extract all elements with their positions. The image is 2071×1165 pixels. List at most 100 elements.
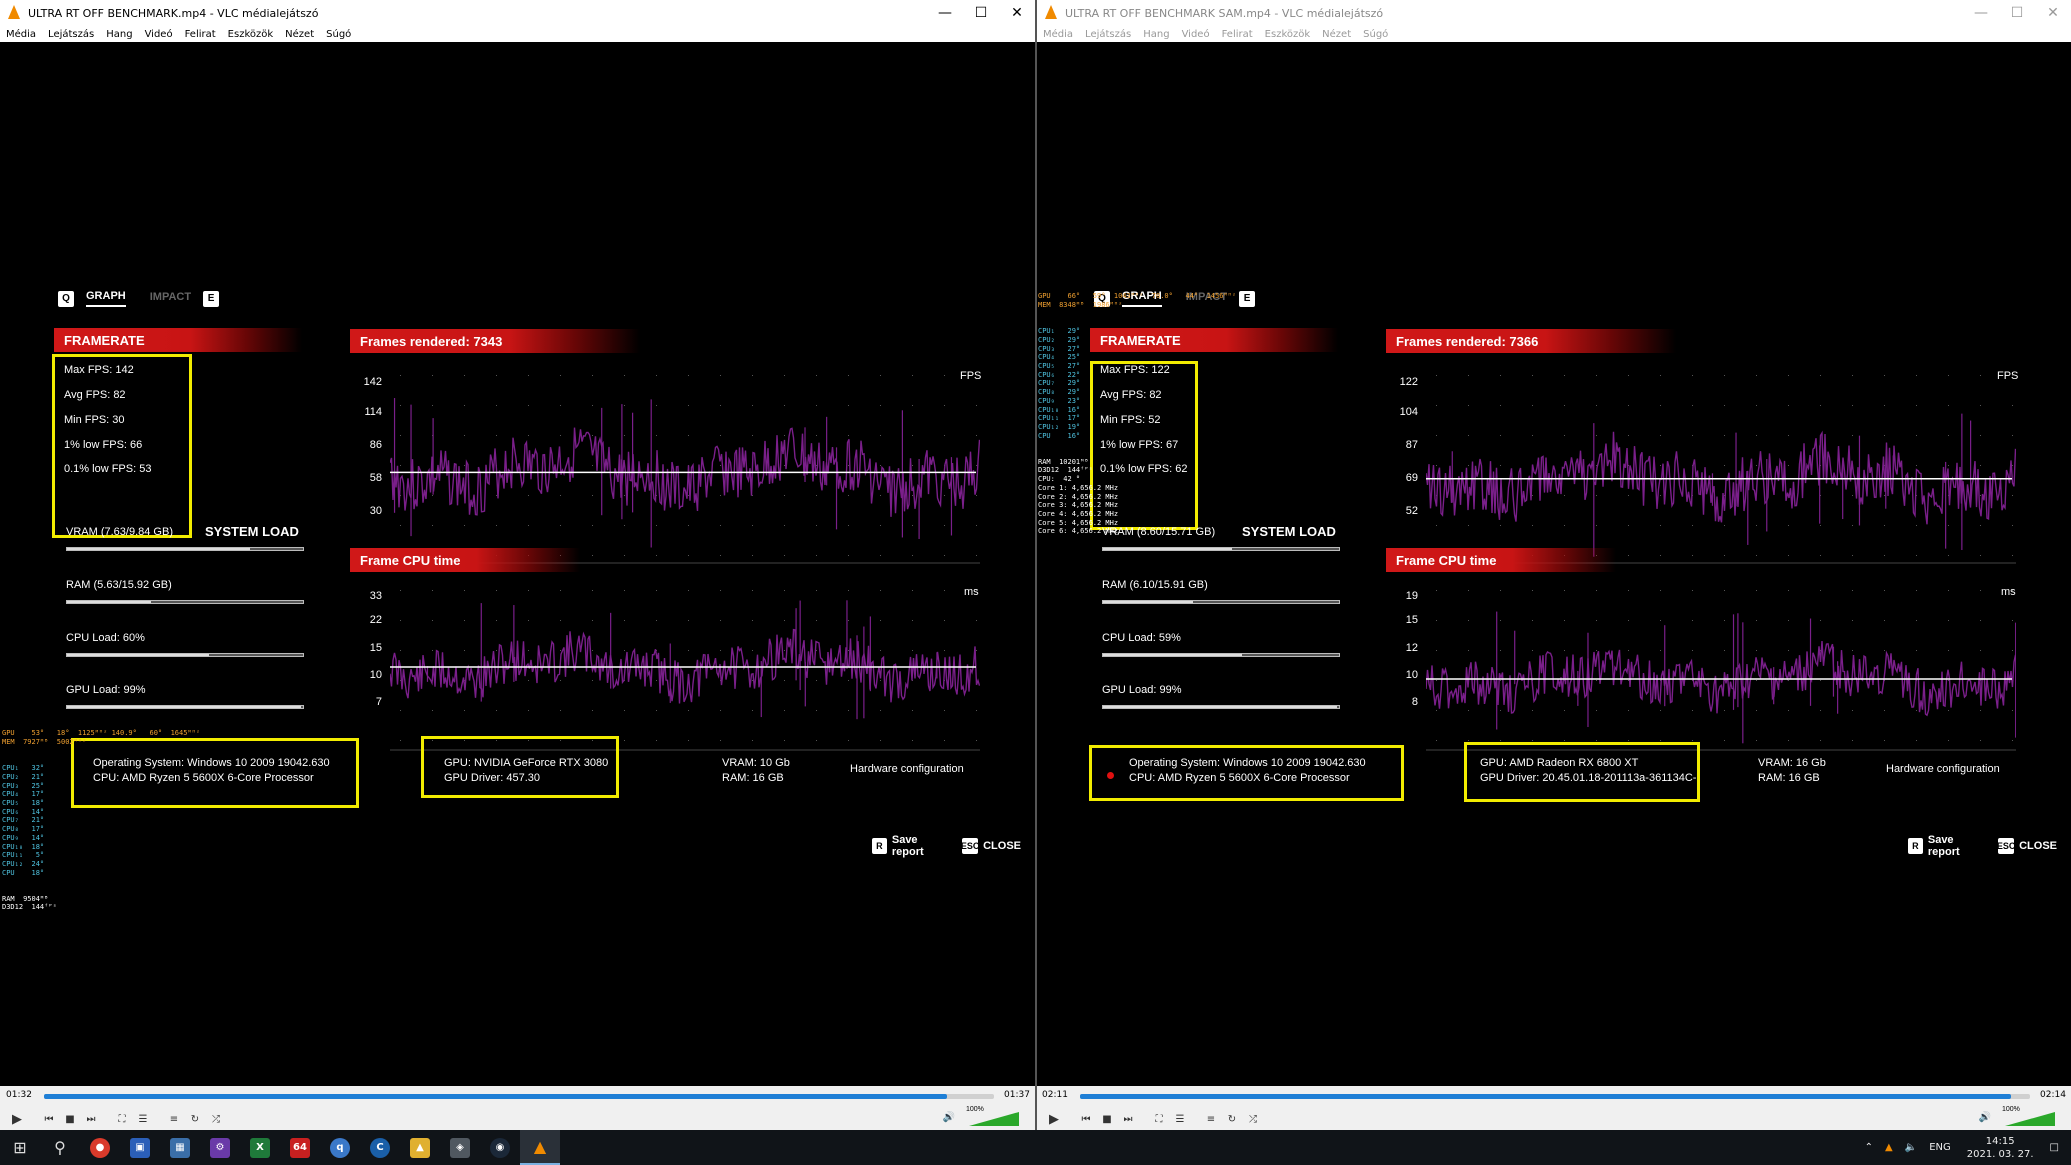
shuffle-icon[interactable]: ⤮	[207, 1110, 225, 1128]
tray-vlc-icon[interactable]: ▲	[1885, 1142, 1893, 1153]
grid-dot	[784, 495, 785, 496]
speaker-icon[interactable]: 🔊	[1976, 1108, 1994, 1126]
seek-bar[interactable]	[1080, 1094, 2030, 1099]
speaker-icon[interactable]: 🔊	[940, 1108, 958, 1126]
previous-icon[interactable]: ⏮	[1077, 1110, 1095, 1128]
excel-icon[interactable]: X	[240, 1130, 280, 1165]
play-icon[interactable]: ▶	[6, 1108, 28, 1130]
extended-settings-icon[interactable]: ☰	[1171, 1110, 1189, 1128]
paint-icon[interactable]: ▲	[400, 1130, 440, 1165]
close-button[interactable]: CLOSE	[983, 840, 1021, 852]
menu-subtitle[interactable]: Felirat	[1222, 29, 1253, 40]
next-icon[interactable]: ⏭	[82, 1110, 100, 1128]
menu-view[interactable]: Nézet	[285, 29, 314, 40]
grid-dot	[400, 405, 401, 406]
save-disk-icon[interactable]: ▣	[120, 1130, 160, 1165]
grid-dot	[1436, 650, 1437, 651]
close-window-button[interactable]: ✕	[2035, 0, 2071, 26]
menu-media[interactable]: Média	[1043, 29, 1073, 40]
chrome-icon[interactable]: ●	[80, 1130, 120, 1165]
steam-icon[interactable]: ◉	[480, 1130, 520, 1165]
tray-chevron-icon[interactable]: ⌃	[1865, 1142, 1873, 1153]
previous-icon[interactable]: ⏮	[40, 1110, 58, 1128]
menu-view[interactable]: Nézet	[1322, 29, 1351, 40]
qbittorrent-icon[interactable]: q	[320, 1130, 360, 1165]
save-report-button[interactable]: Save report	[892, 834, 948, 858]
fullscreen-icon[interactable]: ⛶	[113, 1110, 131, 1128]
tab-impact[interactable]: IMPACT	[150, 291, 191, 306]
e-key[interactable]: E	[1239, 290, 1256, 307]
stop-icon[interactable]: ■	[61, 1110, 79, 1128]
tray-language[interactable]: ENG	[1929, 1142, 1951, 1153]
app-icon[interactable]: ◈	[440, 1130, 480, 1165]
menu-subtitle[interactable]: Felirat	[185, 29, 216, 40]
menu-video[interactable]: Videó	[1182, 29, 1210, 40]
maximize-button[interactable]: ☐	[1999, 0, 2035, 26]
seek-bar[interactable]	[44, 1094, 994, 1099]
volume-control[interactable]: 🔊 100%	[940, 1106, 1019, 1126]
calculator-icon[interactable]: ▦	[160, 1130, 200, 1165]
menu-help[interactable]: Súgó	[1363, 29, 1388, 40]
gpu-info: GPU: AMD Radeon RX 6800 XT GPU Driver: 2…	[1480, 756, 1696, 786]
grid-dot	[880, 650, 881, 651]
menu-tools[interactable]: Eszközök	[1265, 29, 1311, 40]
grid-dot	[848, 650, 849, 651]
minimize-button[interactable]: —	[1963, 0, 1999, 26]
title-bar[interactable]: ULTRA RT OFF BENCHMARK SAM.mp4 - VLC méd…	[1037, 0, 2071, 26]
volume-slider[interactable]	[2005, 1112, 2055, 1126]
loop-icon[interactable]: ↻	[1223, 1110, 1241, 1128]
fullscreen-icon[interactable]: ⛶	[1150, 1110, 1168, 1128]
q-key[interactable]: Q	[58, 290, 74, 307]
next-icon[interactable]: ⏭	[1119, 1110, 1137, 1128]
volume-slider[interactable]	[969, 1112, 1019, 1126]
menu-tools[interactable]: Eszközök	[228, 29, 274, 40]
shuffle-icon[interactable]: ⤮	[1244, 1110, 1262, 1128]
grid-dot	[2012, 375, 2013, 376]
playlist-icon[interactable]: ≡	[165, 1110, 183, 1128]
video-area[interactable]: Q GRAPH IMPACT E FRAMERATE Max FPS: 122 …	[1037, 42, 2071, 1086]
hardware-monitor-overlay: GPU 53° 18° 1125ᴹᴴᶻ 140.9° 60° 1645ᴹᴴᶻ M…	[2, 712, 200, 930]
close-button[interactable]: CLOSE	[2019, 840, 2057, 852]
volume-control[interactable]: 🔊 100%	[1976, 1106, 2055, 1126]
ccleaner-icon[interactable]: C	[360, 1130, 400, 1165]
start-windows-icon[interactable]: ⊞	[0, 1130, 40, 1165]
e-key[interactable]: E	[203, 290, 220, 307]
ms-tick: 12	[1405, 642, 1418, 654]
aida64-icon[interactable]: 64	[280, 1130, 320, 1165]
system-load-title: SYSTEM LOAD	[205, 524, 299, 539]
maximize-button[interactable]: ☐	[963, 0, 999, 26]
r-key[interactable]: R	[872, 838, 887, 854]
settings-app-icon[interactable]: ⚙	[200, 1130, 240, 1165]
save-report-button[interactable]: Save report	[1928, 834, 1984, 858]
tab-graph[interactable]: GRAPH	[86, 290, 126, 307]
menu-playback[interactable]: Lejátszás	[48, 29, 94, 40]
grid-dot	[528, 650, 529, 651]
vlc-window-right[interactable]: ULTRA RT OFF BENCHMARK SAM.mp4 - VLC méd…	[1037, 0, 2071, 1130]
menu-audio[interactable]: Hang	[106, 29, 132, 40]
search-icon[interactable]: ⚲	[40, 1130, 80, 1165]
playlist-icon[interactable]: ≡	[1202, 1110, 1220, 1128]
vlc-taskbar-icon[interactable]: ▲	[520, 1130, 560, 1165]
r-key[interactable]: R	[1908, 838, 1923, 854]
fps-tick: 114	[364, 406, 382, 418]
menu-video[interactable]: Videó	[145, 29, 173, 40]
stop-icon[interactable]: ■	[1098, 1110, 1116, 1128]
esc-key[interactable]: ESC	[961, 838, 979, 854]
grid-dot	[880, 590, 881, 591]
esc-key[interactable]: ESC	[1997, 838, 2015, 854]
video-area[interactable]: Q GRAPH IMPACT E FRAMERATE Max FPS: 142 …	[0, 42, 1035, 1086]
menu-media[interactable]: Média	[6, 29, 36, 40]
menu-playback[interactable]: Lejátszás	[1085, 29, 1131, 40]
title-bar[interactable]: ULTRA RT OFF BENCHMARK.mp4 - VLC médiale…	[0, 0, 1035, 26]
menu-help[interactable]: Súgó	[326, 29, 351, 40]
tray-clock[interactable]: 14:15 2021. 03. 27.	[1967, 1135, 2034, 1161]
close-window-button[interactable]: ✕	[999, 0, 1035, 26]
loop-icon[interactable]: ↻	[186, 1110, 204, 1128]
tray-speaker-icon[interactable]: 🔈	[1905, 1142, 1917, 1153]
menu-audio[interactable]: Hang	[1143, 29, 1169, 40]
minimize-button[interactable]: —	[927, 0, 963, 26]
extended-settings-icon[interactable]: ☰	[134, 1110, 152, 1128]
play-icon[interactable]: ▶	[1043, 1108, 1065, 1130]
vlc-window-left[interactable]: ULTRA RT OFF BENCHMARK.mp4 - VLC médiale…	[0, 0, 1035, 1130]
notification-icon[interactable]: □	[2050, 1142, 2059, 1153]
